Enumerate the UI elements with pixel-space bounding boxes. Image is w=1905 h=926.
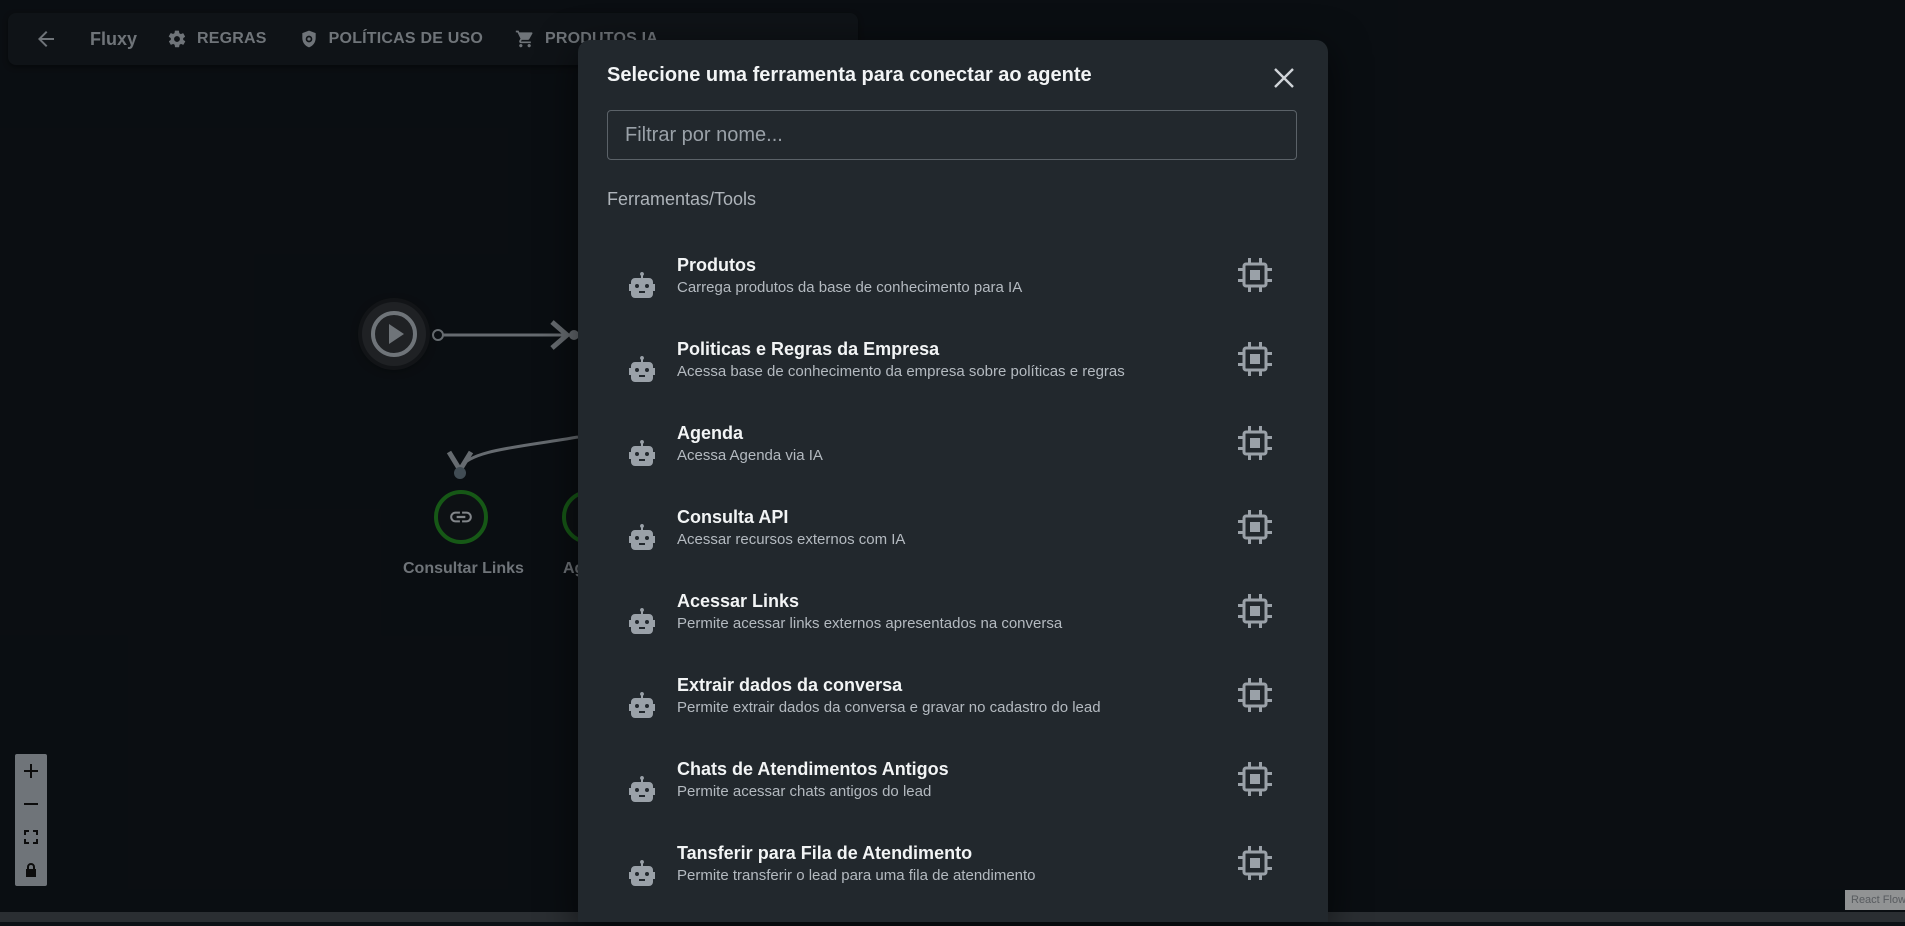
dialog-title: Selecione uma ferramenta para conectar a… — [607, 64, 1092, 86]
tool-description: Permite acessar links externos apresenta… — [677, 615, 1063, 632]
close-icon — [1274, 68, 1294, 88]
tool-title: Consulta API — [677, 507, 789, 527]
robot-icon — [627, 608, 657, 641]
chip-icon — [1237, 509, 1273, 550]
tool-description: Acessar recursos externos com IA — [677, 531, 906, 548]
tool-item[interactable]: Consulta API Acessar recursos externos c… — [607, 506, 1297, 590]
tool-list: Produtos Carrega produtos da base de con… — [607, 254, 1297, 926]
tool-item[interactable]: Produtos Carrega produtos da base de con… — [607, 254, 1297, 338]
filter-input[interactable] — [607, 110, 1297, 160]
tool-title: Chats de Atendimentos Antigos — [677, 759, 949, 779]
chip-icon — [1237, 761, 1273, 802]
tool-description: Acessa Agenda via IA — [677, 447, 823, 464]
robot-icon — [627, 776, 657, 809]
tool-title: Acessar Links — [677, 591, 800, 611]
tool-selector-dialog: Selecione uma ferramenta para conectar a… — [578, 40, 1328, 922]
chip-icon — [1237, 425, 1273, 466]
robot-icon — [627, 692, 657, 725]
tool-description: Permite acessar chats antigos do lead — [677, 783, 932, 800]
close-button[interactable] — [1264, 58, 1304, 98]
tool-item[interactable]: Politicas e Regras da Empresa Acessa bas… — [607, 338, 1297, 422]
tool-description: Carrega produtos da base de conhecimento… — [677, 279, 1023, 296]
chip-icon — [1237, 341, 1273, 382]
robot-icon — [627, 440, 657, 473]
tool-description: Permite transferir o lead para uma fila … — [677, 867, 1036, 884]
chip-icon — [1237, 257, 1273, 298]
section-label: Ferramentas/Tools — [607, 189, 757, 209]
tool-description: Permite extrair dados da conversa e grav… — [677, 699, 1101, 716]
tool-description: Acessa base de conhecimento da empresa s… — [677, 363, 1125, 380]
tool-title: Extrair dados da conversa — [677, 675, 903, 695]
robot-icon — [627, 860, 657, 893]
robot-icon — [627, 356, 657, 389]
tool-title: Politicas e Regras da Empresa — [677, 339, 940, 359]
tool-item[interactable]: Tansferir para Fila de Atendimento Permi… — [607, 842, 1297, 926]
tool-title: Tansferir para Fila de Atendimento — [677, 843, 973, 863]
tool-item[interactable]: Extrair dados da conversa Permite extrai… — [607, 674, 1297, 758]
tool-item[interactable]: Chats de Atendimentos Antigos Permite ac… — [607, 758, 1297, 842]
chip-icon — [1237, 845, 1273, 886]
chip-icon — [1237, 593, 1273, 634]
chip-icon — [1237, 677, 1273, 718]
robot-icon — [627, 272, 657, 305]
tool-title: Agenda — [677, 423, 744, 443]
tool-item[interactable]: Acessar Links Permite acessar links exte… — [607, 590, 1297, 674]
tool-title: Produtos — [677, 255, 756, 275]
tool-item[interactable]: Agenda Acessa Agenda via IA — [607, 422, 1297, 506]
robot-icon — [627, 524, 657, 557]
